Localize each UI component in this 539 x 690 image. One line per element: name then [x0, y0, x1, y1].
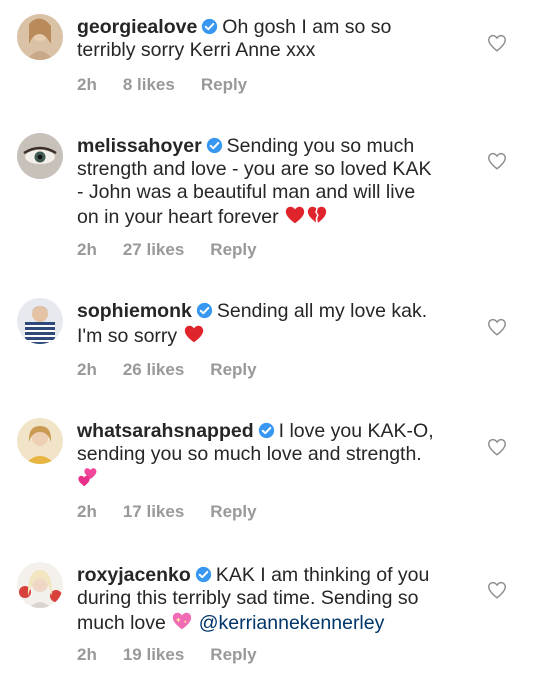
like-heart-icon[interactable] — [486, 316, 508, 338]
mention-link[interactable]: @kerriannekennerley — [199, 612, 385, 634]
avatar[interactable] — [17, 133, 63, 179]
two-hearts-icon — [78, 468, 97, 487]
timestamp: 2h — [77, 360, 97, 379]
sparkling-heart-icon — [173, 612, 192, 630]
comment-line: KAK I am thinking of you — [215, 564, 430, 586]
like-heart-icon[interactable] — [486, 579, 508, 601]
comment-line: strength and love - you are so loved KAK — [77, 158, 432, 180]
avatar-roxyjacenko — [17, 562, 63, 608]
reply-button[interactable]: Reply — [201, 75, 247, 94]
avatar-georgiealove — [17, 14, 63, 60]
reply-button[interactable]: Reply — [210, 645, 256, 664]
comment-line: Oh gosh I am so so — [222, 16, 392, 38]
timestamp: 2h — [77, 645, 97, 664]
red-heart-icon — [285, 206, 305, 224]
username[interactable]: roxyjacenko — [77, 564, 191, 586]
comment-line: terribly sorry Kerri Anne xxx — [77, 39, 316, 61]
like-heart-icon[interactable] — [486, 150, 508, 172]
likes-count[interactable]: 26 likes — [123, 360, 184, 379]
reply-button[interactable]: Reply — [210, 360, 256, 379]
timestamp: 2h — [77, 240, 97, 259]
verified-badge-icon — [206, 137, 222, 154]
comment-text: roxyjacenko KAK I am thinking of you duri… — [77, 564, 467, 635]
comment-line: I love you KAK-O, — [278, 420, 434, 442]
broken-heart-icon — [307, 206, 327, 223]
comment-line: during this terribly sad time. Sending s… — [77, 587, 419, 609]
avatar[interactable] — [17, 562, 63, 608]
comment-meta: 2h 17 likes Reply — [77, 502, 283, 522]
timestamp: 2h — [77, 502, 97, 521]
comment-line: Sending all my love kak. — [216, 300, 428, 322]
verified-badge-icon — [202, 18, 218, 35]
comment-meta: 2h 19 likes Reply — [77, 645, 283, 665]
reply-button[interactable]: Reply — [210, 240, 256, 259]
likes-count[interactable]: 8 likes — [123, 75, 175, 94]
avatar[interactable] — [17, 298, 63, 344]
avatar-melissahoyer — [17, 133, 63, 179]
comment-line: Sending you so much — [226, 135, 415, 157]
avatar-sophiemonk — [17, 298, 63, 344]
comment-line: much love — [77, 612, 166, 634]
comment-line: on in your heart forever — [77, 206, 279, 228]
comment-meta: 2h 8 likes Reply — [77, 75, 273, 95]
username[interactable]: sophiemonk — [77, 300, 192, 322]
avatar[interactable] — [17, 418, 63, 464]
verified-badge-icon — [196, 302, 213, 319]
comment-line: I'm so sorry — [77, 325, 178, 347]
username[interactable]: whatsarahsnapped — [77, 420, 254, 442]
comment-text: sophiemonk Sending all my love kak. I'm s… — [77, 300, 467, 348]
reply-button[interactable]: Reply — [210, 502, 256, 521]
likes-count[interactable]: 17 likes — [123, 502, 184, 521]
comment-text: georgiealove Oh gosh I am so so terribly … — [77, 16, 467, 62]
comment-meta: 2h 26 likes Reply — [77, 360, 283, 380]
like-heart-icon[interactable] — [486, 32, 508, 54]
comment-line: - John was a beautiful man and will live — [77, 181, 416, 203]
comment-text: melissahoyer Sending you so much strength… — [77, 135, 467, 229]
red-heart-icon — [184, 325, 203, 343]
username[interactable]: melissahoyer — [77, 135, 202, 157]
comment-text: whatsarahsnapped I love you KAK-O, sendin… — [77, 420, 467, 491]
verified-badge-icon — [258, 422, 274, 439]
timestamp: 2h — [77, 75, 97, 94]
avatar[interactable] — [17, 14, 63, 60]
likes-count[interactable]: 27 likes — [123, 240, 184, 259]
comment-meta: 2h 27 likes Reply — [77, 240, 283, 260]
username[interactable]: georgiealove — [77, 16, 197, 38]
comment-line: sending you so much love and strength. — [77, 443, 422, 465]
avatar-whatsarahsnapped — [17, 418, 63, 464]
verified-badge-icon — [195, 566, 211, 583]
likes-count[interactable]: 19 likes — [123, 645, 184, 664]
like-heart-icon[interactable] — [486, 436, 508, 458]
